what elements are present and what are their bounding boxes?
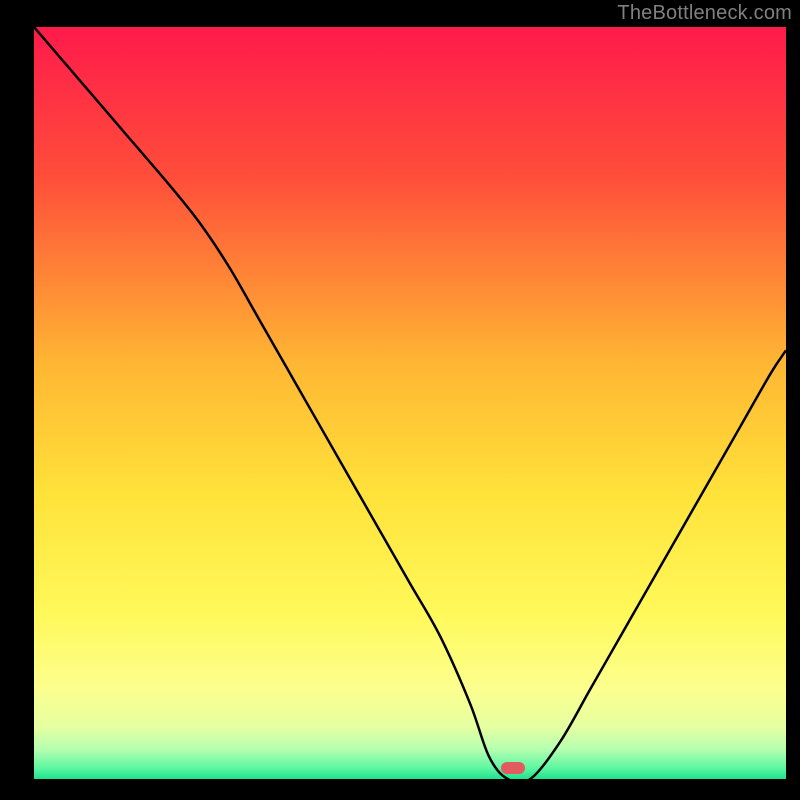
bottleneck-curve [34,27,786,779]
chart-frame: TheBottleneck.com [0,0,800,800]
plot-area [34,27,786,779]
optimal-point-marker [501,762,525,774]
watermark-text: TheBottleneck.com [617,2,792,25]
